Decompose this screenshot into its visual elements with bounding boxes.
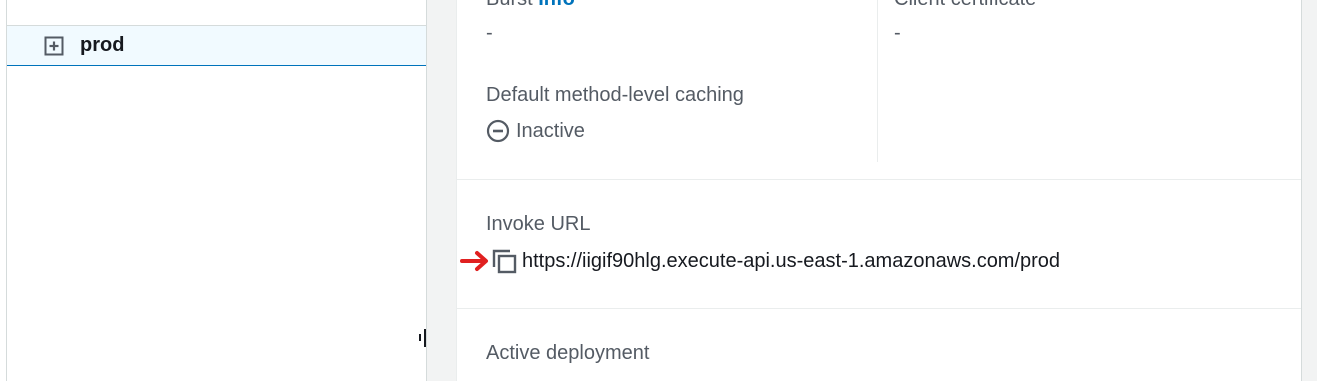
client-certificate-label: Client certificate xyxy=(894,0,1036,11)
invoke-url-row: https://iigif90hlg.execute-api.us-east-1… xyxy=(460,246,1060,276)
caching-status-text: Inactive xyxy=(516,119,585,142)
burst-label: Burst Info xyxy=(486,0,575,11)
panel-splitter xyxy=(426,0,457,381)
right-gutter xyxy=(1301,0,1317,381)
tree-previous-row xyxy=(7,0,427,26)
caching-label: Default method-level caching xyxy=(486,84,744,106)
tree-node-prod[interactable]: prod xyxy=(7,26,427,66)
active-deployment-label: Active deployment xyxy=(486,342,650,364)
plus-square-icon[interactable] xyxy=(44,36,64,56)
section-divider-1 xyxy=(456,179,1301,180)
burst-value: - xyxy=(486,22,493,44)
caching-status: Inactive xyxy=(486,119,585,143)
minus-circle-icon xyxy=(486,119,510,143)
burst-info-link[interactable]: Info xyxy=(538,0,575,10)
client-certificate-value: - xyxy=(894,22,901,44)
api-gateway-stage-page: prod Burst Info - Client certificate - D… xyxy=(0,0,1317,381)
section-divider-2 xyxy=(456,308,1301,309)
copy-icon[interactable] xyxy=(490,247,518,275)
stages-tree-panel: prod xyxy=(6,0,427,381)
red-arrow-annotation-icon xyxy=(460,249,490,273)
column-divider xyxy=(877,0,878,162)
invoke-url-label: Invoke URL xyxy=(486,213,591,235)
invoke-url-value[interactable]: https://iigif90hlg.execute-api.us-east-1… xyxy=(522,250,1060,273)
stage-details-panel xyxy=(456,0,1302,381)
burst-label-text: Burst xyxy=(486,0,533,10)
tree-node-label: prod xyxy=(80,34,125,56)
